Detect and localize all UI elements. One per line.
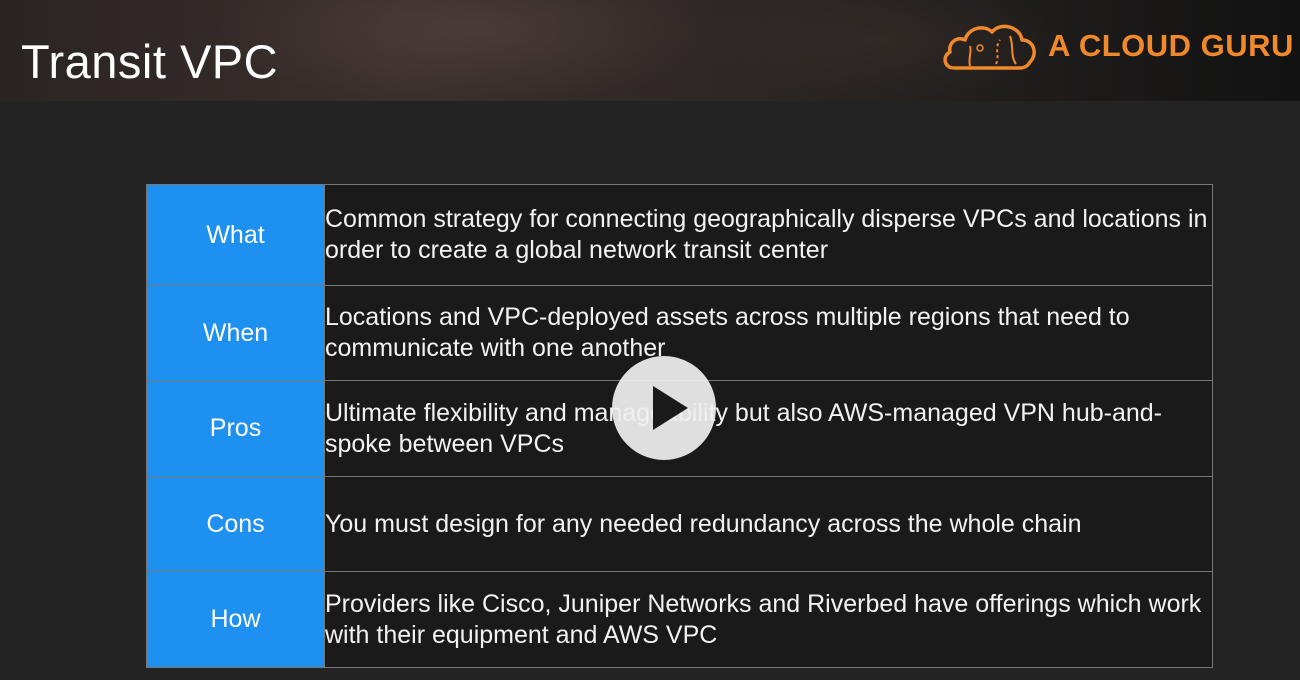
cloud-logo-icon	[943, 24, 1036, 70]
brand-logo: A CLOUD GURU	[940, 18, 1294, 74]
row-text-when: Locations and VPC-deployed assets across…	[324, 285, 1213, 381]
slide-header: Transit VPC A CLOUD GURU	[0, 0, 1300, 101]
slide-title: Transit VPC	[21, 35, 279, 88]
row-label-cons: Cons	[146, 476, 325, 572]
play-icon	[653, 386, 688, 430]
row-label-pros: Pros	[146, 380, 325, 477]
brand-name: A CLOUD GURU	[1048, 28, 1294, 63]
table-row: Cons You must design for any needed redu…	[146, 476, 1213, 572]
row-text-how: Providers like Cisco, Juniper Networks a…	[324, 571, 1213, 668]
play-button[interactable]	[612, 356, 716, 460]
row-label-what: What	[146, 184, 325, 286]
row-text-cons: You must design for any needed redundanc…	[324, 476, 1213, 572]
table-row: How Providers like Cisco, Juniper Networ…	[146, 571, 1213, 668]
row-text-pros: Ultimate flexibility and manageability b…	[324, 380, 1213, 477]
table-row: What Common strategy for connecting geog…	[146, 184, 1213, 286]
row-label-when: When	[146, 285, 325, 381]
row-label-how: How	[146, 571, 325, 668]
row-text-what: Common strategy for connecting geographi…	[324, 184, 1213, 286]
